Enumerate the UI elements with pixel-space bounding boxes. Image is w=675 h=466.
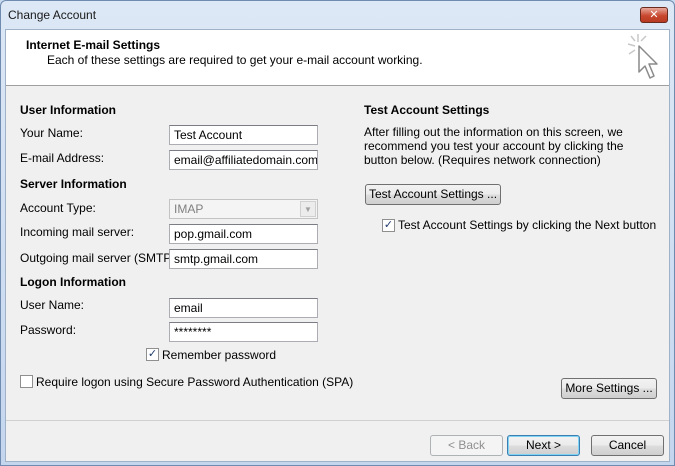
next-button[interactable]: Next > — [507, 435, 580, 456]
user-name-input[interactable]: email — [169, 298, 318, 318]
incoming-server-label: Incoming mail server: — [20, 225, 135, 239]
email-address-input[interactable]: email@affiliatedomain.com — [169, 150, 318, 170]
window-title: Change Account — [8, 8, 97, 22]
server-information-heading: Server Information — [20, 177, 127, 191]
your-name-label: Your Name: — [20, 126, 83, 140]
change-account-window: Change Account ✕ Internet E-mail Setting… — [0, 0, 675, 466]
title-bar: Change Account ✕ — [1, 1, 674, 29]
email-address-label: E-mail Address: — [20, 151, 105, 165]
header-subtitle: Each of these settings are required to g… — [47, 53, 423, 67]
incoming-server-input[interactable]: pop.gmail.com — [169, 224, 318, 244]
more-settings-button[interactable]: More Settings ... — [561, 378, 657, 399]
outgoing-server-label: Outgoing mail server (SMTP): — [20, 251, 179, 265]
your-name-input[interactable]: Test Account — [169, 125, 318, 145]
dialog-client: Internet E-mail Settings Each of these s… — [5, 29, 670, 462]
cursor-sparkle-icon — [627, 34, 658, 79]
test-settings-description: After filling out the information on thi… — [364, 125, 624, 167]
footer-divider — [6, 420, 669, 421]
password-label: Password: — [20, 323, 77, 337]
test-on-next-checkbox[interactable]: ✓ — [382, 219, 395, 232]
password-input[interactable]: ******** — [169, 322, 318, 342]
account-type-select: IMAP ▼ — [169, 199, 318, 219]
spa-checkbox[interactable] — [20, 375, 33, 388]
account-type-value: IMAP — [174, 202, 204, 216]
back-button[interactable]: < Back — [430, 435, 503, 456]
header-title: Internet E-mail Settings — [26, 38, 161, 52]
dialog-header: Internet E-mail Settings Each of these s… — [6, 30, 669, 86]
cancel-button[interactable]: Cancel — [591, 435, 664, 456]
close-button[interactable]: ✕ — [640, 7, 668, 23]
logon-information-heading: Logon Information — [20, 275, 126, 289]
outgoing-server-input[interactable]: smtp.gmail.com — [169, 249, 318, 269]
user-name-label: User Name: — [20, 298, 85, 312]
test-on-next-label: Test Account Settings by clicking the Ne… — [398, 218, 657, 232]
account-type-label: Account Type: — [20, 201, 96, 215]
spa-label: Require logon using Secure Password Auth… — [36, 375, 354, 389]
user-information-heading: User Information — [20, 103, 117, 117]
remember-password-label: Remember password — [162, 348, 277, 362]
test-account-settings-heading: Test Account Settings — [364, 103, 490, 117]
remember-password-checkbox[interactable]: ✓ — [146, 348, 159, 361]
chevron-down-icon: ▼ — [300, 201, 316, 217]
test-account-settings-button[interactable]: Test Account Settings ... — [365, 184, 501, 205]
